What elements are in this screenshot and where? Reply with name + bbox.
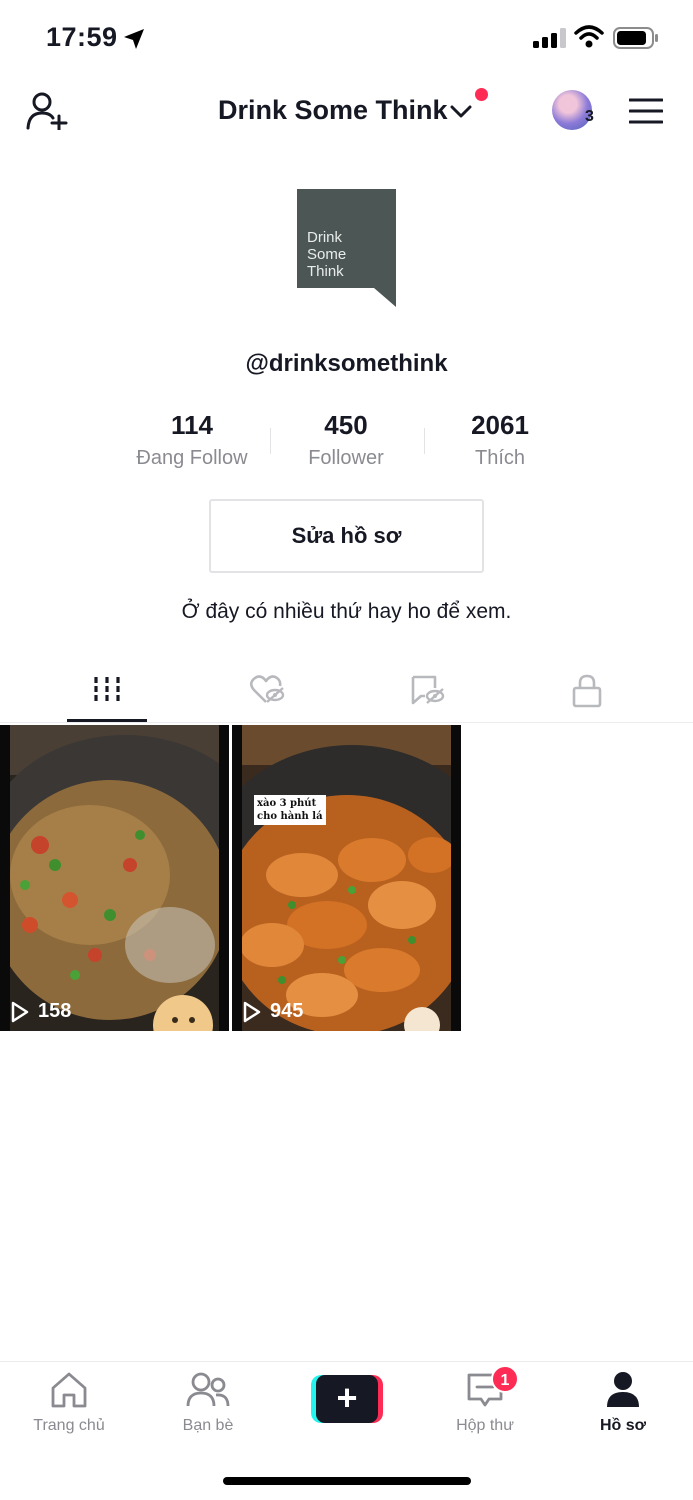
- logo-tail: [374, 288, 396, 307]
- username: @drinksomethink: [245, 350, 448, 377]
- status-time: 17:59: [46, 22, 118, 52]
- caption-line: xào 3 phút: [257, 798, 317, 809]
- plus-icon: +: [336, 1377, 358, 1418]
- create-button[interactable]: +: [311, 1375, 383, 1423]
- notification-dot: [475, 88, 488, 101]
- lock-icon: [572, 674, 602, 708]
- menu-icon[interactable]: [629, 98, 663, 124]
- profile-tabs: [0, 660, 693, 723]
- view-count-text: 945: [270, 1000, 304, 1022]
- nav-label: Trang chủ: [33, 1417, 105, 1434]
- tab-private[interactable]: [517, 660, 657, 722]
- video-caption-overlay: xào 3 phút cho hành lá: [254, 795, 326, 825]
- stat-following[interactable]: 114 Đang Follow: [115, 410, 269, 470]
- stat-label: Follower: [308, 447, 384, 469]
- avatar-count: 3: [585, 108, 594, 125]
- friends-icon: [186, 1372, 230, 1407]
- tab-favorites[interactable]: [357, 660, 497, 722]
- logo-line: Drink: [307, 229, 343, 246]
- profile-avatar-logo[interactable]: Drink Some Think: [297, 189, 396, 307]
- home-icon: [51, 1372, 87, 1408]
- wifi-icon: [574, 25, 604, 48]
- logo-text: Drink Some Think: [307, 229, 346, 280]
- play-icon: [11, 1001, 29, 1022]
- stat-value: 2061: [471, 410, 529, 440]
- video-thumbnail[interactable]: 158: [0, 725, 229, 1031]
- stat-label: Đang Follow: [136, 447, 248, 469]
- food-pan-image: [0, 725, 229, 1031]
- tab-videos[interactable]: [37, 660, 177, 722]
- video-grid: 158 xào 3 phút cho hành lá 945: [0, 725, 693, 1031]
- edit-profile-button[interactable]: Sửa hồ sơ: [209, 499, 484, 573]
- nav-friends[interactable]: Bạn bè: [139, 1362, 277, 1442]
- tab-liked[interactable]: [197, 660, 337, 722]
- view-count: 158: [10, 1000, 71, 1023]
- view-count: 945: [242, 1000, 303, 1023]
- home-indicator: [223, 1477, 471, 1485]
- profile-icon: [607, 1372, 639, 1407]
- signal-icon: [533, 28, 566, 48]
- logo-line: Some: [307, 246, 347, 263]
- nav-home[interactable]: Trang chủ: [0, 1362, 138, 1442]
- inbox-badge: 1: [491, 1365, 519, 1393]
- stat-likes[interactable]: 2061 Thích: [423, 410, 577, 470]
- stat-followers[interactable]: 450 Follower: [269, 410, 423, 470]
- nav-inbox[interactable]: Hộp thư: [416, 1362, 554, 1442]
- nav-profile[interactable]: Hồ sơ: [554, 1362, 692, 1442]
- stat-value: 450: [324, 410, 368, 440]
- profile-header: Drink Some Think 3: [0, 76, 693, 146]
- location-arrow-icon: [124, 29, 144, 49]
- add-user-icon[interactable]: [26, 92, 68, 130]
- favorites-hidden-icon: [411, 675, 445, 705]
- chevron-down-icon[interactable]: [450, 104, 472, 120]
- nav-label: Hồ sơ: [599, 1417, 647, 1434]
- profile-bio: Ở đây có nhiều thứ hay ho để xem.: [181, 600, 512, 623]
- nav-label: Bạn bè: [182, 1417, 234, 1434]
- battery-icon: [613, 27, 658, 49]
- status-bar: 17:59: [0, 0, 693, 76]
- profile-stats: 114 Đang Follow 450 Follower 2061 Thích: [115, 410, 578, 474]
- active-tab-indicator: [67, 719, 147, 722]
- video-thumbnail[interactable]: xào 3 phút cho hành lá 945: [232, 725, 461, 1031]
- view-count-text: 158: [38, 1000, 72, 1022]
- grid-videos-icon: [94, 677, 120, 701]
- shrimp-pan-image: [232, 725, 461, 1031]
- logo-line: Think: [307, 263, 344, 280]
- play-icon: [243, 1001, 261, 1022]
- stat-label: Thích: [474, 447, 526, 469]
- nav-label: Hộp thư: [456, 1417, 514, 1434]
- caption-line: cho hành lá: [257, 811, 323, 822]
- account-switcher-name[interactable]: Drink Some Think: [218, 95, 448, 126]
- stat-value: 114: [171, 410, 213, 440]
- liked-hidden-icon: [249, 675, 285, 703]
